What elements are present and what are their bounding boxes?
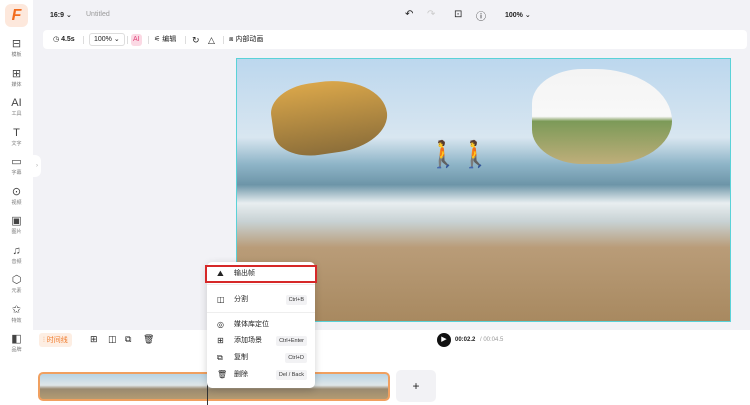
sidebar-item-6[interactable]: ▣ 图片 [0,215,33,235]
sidebar-item-label: 视频 [11,199,22,206]
shortcut-badge: Del / Back [275,370,307,380]
add-scene-icon: ⊞ [217,336,224,345]
menu-item-0[interactable]: ⛰ 输出帧 [205,265,317,283]
menu-item-label: 媒体库定位 [234,321,269,328]
locate-icon: ◎ [217,320,224,329]
zoom-select[interactable]: 100% ⌄ [505,11,531,19]
sidebar-item-8[interactable]: ⬡ 元素 [0,274,33,294]
shortcut-badge: Ctrl+B [285,295,307,305]
text-icon: T [13,126,20,139]
element-toolbar: ◷ 4.5s 100% ⌄ AI ⚟ 编辑 ↻ △ ⧈ 内部动画 [43,30,747,49]
sidebar-item-9[interactable]: ✩ 特效 [0,304,33,324]
shortcut-badge: Ctrl+D [285,353,307,363]
subtitle-icon: ▭ [11,156,22,168]
brand-icon: ◧ [11,333,22,345]
aspect-ratio-select[interactable]: 16:9 ⌄ [50,11,72,19]
play-button[interactable]: ▶ [437,333,451,347]
top-bar: 16:9 ⌄ Untitled ↶ ↷ ⊡ ⓘ 100% ⌄ [33,0,750,30]
trash-icon[interactable]: 🗑 [143,334,154,345]
sidebar-item-7[interactable]: ♫ 音频 [0,245,33,265]
sunset-family-photo [267,73,392,161]
media-icon: ⊞ [11,67,22,80]
ai-tools-icon: AI [11,97,22,109]
copy-icon[interactable]: ⧉ [125,334,131,345]
rotate-icon[interactable]: ↻ [192,34,200,46]
sidebar-item-0[interactable]: ⊟ 模板 [0,38,33,58]
add-scene-icon[interactable]: ⊞ [90,334,98,345]
app-logo[interactable]: F [5,4,28,27]
sidebar: F ⊟ 模板 ⊞ 媒体 AI 工具 T 文字 ▭ 字幕 ⊙ 视频 ▣ 图片 ♫ 音频 ⬡ 元素 ✩ 特效 ◧ 品牌 [0,0,33,405]
sidebar-item-3[interactable]: T 文字 [0,127,33,147]
elements-icon: ⬡ [11,274,22,286]
sidebar-item-label: 媒体 [11,81,22,88]
sidebar-item-2[interactable]: AI 工具 [0,97,33,117]
shortcut-badge: Ctrl+Enter [276,336,307,346]
split-icon[interactable]: ◫ [108,334,117,345]
sidebar-item-label: 工具 [11,111,22,117]
meadow-family-photo [532,69,672,164]
template-icon: ⊟ [11,38,22,50]
video-icon: ⊙ [11,185,22,198]
edit-button[interactable]: ⚟ 编辑 [154,34,176,46]
sidebar-item-label: 品牌 [11,347,22,353]
scale-select[interactable]: 100% ⌄ [89,33,125,46]
context-menu: ⛰ 输出帧 ◫ 分割 Ctrl+B ◎ 媒体库定位 ⊞ 添加场景 Ctrl+Enter ⧉ 复制 Ctr… [205,262,317,388]
sidebar-item-label: 图片 [11,229,22,235]
sidebar-item-label: 元素 [11,288,22,294]
menu-item-label: 分割 [234,296,248,303]
export-frame-icon: ⛰ [217,269,224,278]
menu-item-label: 删除 [234,371,248,378]
copy-icon: ⧉ [217,353,223,362]
current-time: 00:02.2 [455,337,476,343]
sidebar-item-1[interactable]: ⊞ 媒体 [0,68,33,88]
sidebar-item-label: 文字 [11,140,22,147]
sidebar-item-label: 音频 [11,258,22,265]
music-icon: ♫ [12,244,21,257]
add-clip-button[interactable]: + [396,370,436,402]
family-figures: 🚶🚶 [427,139,492,169]
undo-icon[interactable]: ↶ [405,9,413,20]
animation-button[interactable]: ⧈ 内部动画 [229,34,263,46]
help-icon[interactable]: ⓘ [476,8,486,23]
timeline-tab[interactable]: ⫶ 时间线 [39,333,72,347]
image-icon: ▣ [11,215,22,227]
effects-icon: ✩ [11,303,22,316]
sidebar-item-label: 字幕 [11,170,22,176]
ai-button[interactable]: AI [131,34,142,46]
menu-item-3[interactable]: ⊞ 添加场景 Ctrl+Enter [207,334,315,348]
timeline-panel: ⫶ 时间线 ⊞ ◫ ⧉ 🗑 ▶ 00:02.2 / 00:04.5 + [33,330,750,405]
menu-divider [207,312,315,313]
redo-icon[interactable]: ↷ [427,9,435,20]
split-icon: ◫ [217,295,225,304]
total-time: / 00:04.5 [480,337,504,343]
sidebar-item-label: 模板 [11,52,22,58]
menu-item-label: 添加场景 [234,337,262,344]
sidebar-item-10[interactable]: ◧ 品牌 [0,333,33,353]
menu-item-label: 输出帧 [234,270,255,277]
flip-icon[interactable]: △ [208,34,215,46]
trash-icon: 🗑 [217,370,228,379]
menu-item-4[interactable]: ⧉ 复制 Ctrl+D [207,351,315,365]
sidebar-item-label: 特效 [11,317,22,324]
duration-button[interactable]: ◷ 4.5s [53,34,75,46]
menu-item-1[interactable]: ◫ 分割 Ctrl+B [207,293,315,307]
preview-icon[interactable]: ⊡ [454,9,462,20]
menu-item-5[interactable]: 🗑 删除 Del / Back [207,368,315,382]
sidebar-item-5[interactable]: ⊙ 视频 [0,186,33,206]
menu-item-label: 复制 [234,354,248,361]
menu-divider [207,284,315,285]
project-title[interactable]: Untitled [86,11,110,18]
menu-item-2[interactable]: ◎ 媒体库定位 [207,318,315,332]
sidebar-item-4[interactable]: ▭ 字幕 [0,156,33,176]
collapse-panel-handle[interactable]: › [33,155,41,177]
